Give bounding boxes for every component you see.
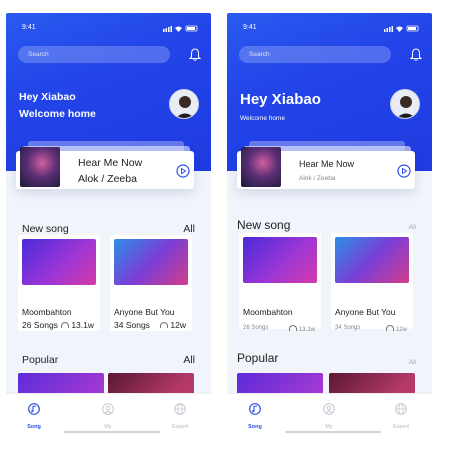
- play-icon[interactable]: [176, 164, 190, 178]
- song-plays-value: 13.1w: [71, 320, 94, 330]
- music-note-icon: [249, 403, 261, 415]
- greeting-title: Hey Xiabao: [19, 91, 76, 103]
- search-input[interactable]: Search: [239, 46, 391, 63]
- headphones-icon: [160, 322, 169, 328]
- nav-label-expert: Expert: [172, 424, 188, 430]
- song-plays-value: 12w: [395, 327, 407, 333]
- status-bar: 9:41: [243, 24, 420, 34]
- song-title: Moombahton: [22, 307, 72, 317]
- song-artwork: [22, 239, 96, 285]
- song-plays: 13.1w: [288, 325, 315, 333]
- see-all-new-song-link[interactable]: All: [183, 223, 195, 235]
- song-plays-value: 12w: [170, 320, 186, 330]
- see-all-new-song-link[interactable]: All: [409, 224, 416, 231]
- nav-label-my: My: [325, 424, 333, 430]
- nav-item-my[interactable]: My: [309, 402, 349, 430]
- status-icons: [163, 25, 198, 32]
- now-playing-title: Hear Me Now: [299, 159, 355, 169]
- song-title: Anyone But You: [114, 307, 175, 317]
- home-indicator: [64, 431, 160, 433]
- song-artwork: [243, 237, 317, 283]
- section-title-new-song: New song: [22, 223, 69, 235]
- song-count: 26 Songs: [22, 320, 58, 330]
- avatar[interactable]: [390, 89, 420, 119]
- song-count: 34 Songs: [114, 320, 150, 330]
- status-time: 9:41: [243, 24, 257, 31]
- song-artwork: [335, 237, 409, 283]
- nav-label-my: My: [104, 424, 112, 430]
- nav-label-song: Song: [248, 424, 262, 430]
- nav-item-expert[interactable]: Expert: [160, 402, 200, 430]
- now-playing-artist: Alok / Zeeba: [78, 173, 137, 185]
- headphones-icon: [288, 325, 297, 331]
- greeting-subtitle: Welcome home: [240, 115, 286, 122]
- nav-label-song: Song: [27, 424, 41, 430]
- person-icon: [102, 403, 114, 415]
- song-title: Anyone But You: [335, 307, 396, 317]
- song-card[interactable]: Moombahton 26 Songs 13.1w: [239, 233, 321, 333]
- now-playing-title: Hear Me Now: [78, 157, 143, 169]
- now-playing-artwork: [241, 147, 281, 187]
- play-icon[interactable]: [397, 164, 411, 178]
- nav-item-song[interactable]: Song: [14, 402, 54, 430]
- home-indicator: [285, 431, 381, 433]
- headphones-icon: [385, 325, 394, 331]
- person-icon: [323, 403, 335, 415]
- headphones-icon: [61, 322, 70, 328]
- phone-screen-2: 9:41 Search Hey Xiabao Welcome home Hear…: [227, 13, 432, 441]
- status-icons: [384, 25, 419, 32]
- bottom-nav: Song My Expert: [6, 393, 211, 441]
- song-artwork: [114, 239, 188, 285]
- music-note-icon: [28, 403, 40, 415]
- avatar[interactable]: [169, 89, 199, 119]
- section-title-popular: Popular: [22, 354, 59, 366]
- song-plays: 13.1w: [61, 320, 94, 330]
- nav-item-expert[interactable]: Expert: [381, 402, 421, 430]
- status-bar: 9:41: [22, 24, 199, 34]
- nav-item-song[interactable]: Song: [235, 402, 275, 430]
- greeting-title: Hey Xiabao: [240, 91, 321, 108]
- bell-icon[interactable]: [189, 48, 201, 61]
- now-playing-artist: Alok / Zeeba: [299, 175, 336, 182]
- nav-label-expert: Expert: [393, 424, 409, 430]
- section-title-new-song: New song: [237, 218, 291, 232]
- see-all-popular-link[interactable]: All: [183, 354, 195, 366]
- song-count: 34 Songs: [335, 325, 361, 331]
- nav-item-my[interactable]: My: [88, 402, 128, 430]
- song-card[interactable]: Anyone But You 34 Songs 12w: [110, 235, 192, 331]
- song-plays-value: 13.1w: [298, 327, 315, 333]
- bell-icon[interactable]: [410, 48, 422, 61]
- search-input[interactable]: Search: [18, 46, 170, 63]
- status-time: 9:41: [22, 24, 36, 31]
- now-playing-artwork: [20, 147, 60, 187]
- song-card[interactable]: Anyone But You 34 Songs 12w: [331, 233, 413, 333]
- song-plays: 12w: [385, 325, 407, 333]
- globe-icon: [174, 403, 186, 415]
- greeting-subtitle: Welcome home: [19, 108, 96, 120]
- song-card[interactable]: Moombahton 26 Songs 13.1w: [18, 235, 100, 331]
- phone-screen-1: 9:41 Search Hey Xiabao Welcome home Hear…: [6, 13, 211, 441]
- song-title: Moombahton: [243, 307, 293, 317]
- see-all-popular-link[interactable]: All: [409, 359, 416, 366]
- bottom-nav: Song My Expert: [227, 393, 432, 441]
- globe-icon: [395, 403, 407, 415]
- song-count: 26 Songs: [243, 325, 269, 331]
- section-title-popular: Popular: [237, 351, 279, 365]
- song-plays: 12w: [160, 320, 186, 330]
